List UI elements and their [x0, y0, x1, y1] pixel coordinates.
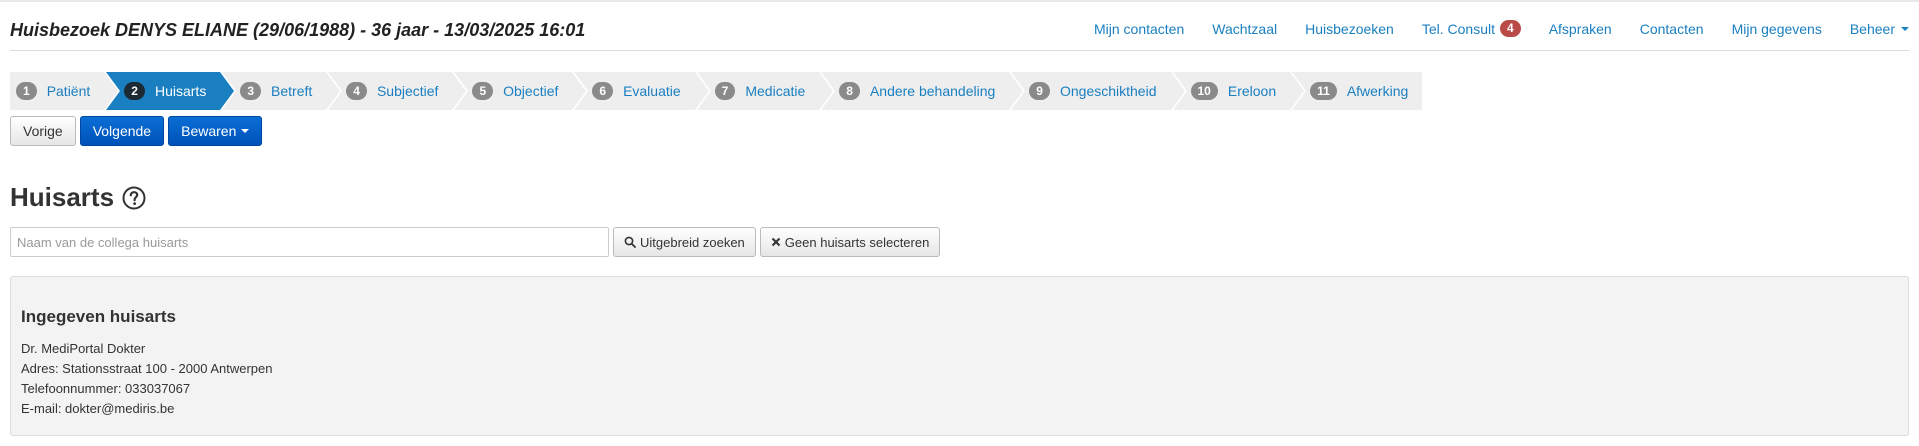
step-number: 7: [714, 82, 736, 100]
nav-label: Contacten: [1639, 20, 1704, 37]
step-label: Betreft: [271, 83, 313, 99]
huisarts-phone: Telefoonnummer: 033037067: [21, 381, 191, 396]
step-patient[interactable]: 1 Patiënt: [10, 72, 119, 110]
selected-huisarts-panel: Ingegeven huisarts Dr. MediPortal Dokter…: [10, 276, 1909, 436]
save-dropdown-button[interactable]: Bewaren: [168, 116, 263, 146]
next-button[interactable]: Volgende: [79, 116, 165, 146]
page-title: Huisbezoek DENYS ELIANE (29/06/1988) - 3…: [10, 20, 586, 40]
previous-button[interactable]: Vorige: [10, 116, 76, 146]
no-huisarts-button[interactable]: Geen huisarts selecteren: [759, 227, 941, 257]
section-title: Huisarts: [10, 182, 115, 212]
advanced-search-label: Uitgebreid zoeken: [640, 234, 745, 250]
step-andere-behandeling[interactable]: 8 Andere behandeling: [821, 72, 1024, 110]
step-number: 6: [592, 82, 614, 100]
step-number: 11: [1310, 82, 1337, 100]
huisarts-name: Dr. MediPortal Dokter: [21, 341, 146, 356]
question-circle-icon[interactable]: [122, 186, 146, 210]
huisarts-details: Dr. MediPortal Dokter Adres: Stationsstr…: [21, 339, 273, 419]
step-number: 8: [839, 82, 860, 100]
nav-label: Wachtzaal: [1212, 20, 1278, 37]
step-label: Afwerking: [1346, 83, 1409, 99]
section-header: Huisarts: [10, 182, 146, 213]
advanced-search-button[interactable]: Uitgebreid zoeken: [613, 227, 756, 257]
step-afwerking[interactable]: 11 Afwerking: [1292, 72, 1423, 110]
step-huisarts[interactable]: 2 Huisarts: [106, 72, 235, 110]
step-ongeschiktheid[interactable]: 9 Ongeschiktheid: [1011, 72, 1185, 110]
caret-down-icon: [1901, 26, 1909, 31]
caret-down-icon: [241, 129, 250, 133]
nav-label: Tel. Consult: [1421, 20, 1495, 37]
step-subjectief[interactable]: 4 Subjectief: [328, 72, 467, 110]
step-number: 3: [240, 82, 262, 100]
step-label: Ereloon: [1227, 83, 1277, 99]
step-label: Ongeschiktheid: [1059, 83, 1157, 99]
nav-mijn-gegevens[interactable]: Mijn gegevens: [1732, 20, 1822, 37]
step-betreft[interactable]: 3 Betreft: [222, 72, 341, 110]
step-label: Subjectief: [376, 83, 439, 99]
step-number: 1: [16, 82, 37, 100]
count-badge: 4: [1500, 20, 1521, 37]
step-ereloon[interactable]: 10 Ereloon: [1172, 72, 1304, 110]
nav-label: Mijn contacten: [1093, 20, 1185, 37]
step-number: 5: [472, 82, 494, 100]
top-navigation: Mijn contacten Wachtzaal Huisbezoeken Te…: [1066, 20, 1909, 37]
nav-huisbezoeken[interactable]: Huisbezoeken: [1305, 20, 1394, 37]
step-number: 10: [1190, 82, 1218, 100]
nav-tel-consult[interactable]: Tel. Consult 4: [1422, 20, 1521, 37]
step-label: Objectief: [503, 83, 559, 99]
search-icon: [624, 236, 636, 248]
step-label: Evaluatie: [623, 83, 681, 99]
step-label: Andere behandeling: [869, 83, 996, 99]
huisarts-search-input[interactable]: [10, 227, 609, 257]
nav-label: Huisbezoeken: [1305, 20, 1394, 37]
huisarts-address: Adres: Stationsstraat 100 - 2000 Antwerp…: [21, 361, 273, 376]
nav-label: Mijn gegevens: [1731, 20, 1822, 37]
nav-label: Afspraken: [1548, 20, 1612, 37]
page-header: Huisbezoek DENYS ELIANE (29/06/1988) - 3…: [10, 12, 1909, 51]
nav-afspraken[interactable]: Afspraken: [1549, 20, 1612, 37]
wizard-actions: Vorige Volgende Bewaren: [10, 116, 263, 146]
top-border: [0, 0, 1919, 2]
huisarts-email: E-mail: dokter@mediris.be: [21, 401, 175, 416]
nav-mijn-contacten[interactable]: Mijn contacten: [1094, 20, 1184, 37]
nav-contacten[interactable]: Contacten: [1640, 20, 1704, 37]
close-icon: [771, 237, 781, 247]
nav-label: Beheer: [1849, 20, 1895, 37]
nav-beheer-dropdown[interactable]: Beheer: [1850, 20, 1909, 37]
huisarts-search-row: Uitgebreid zoeken Geen huisarts selecter…: [10, 227, 941, 257]
no-huisarts-label: Geen huisarts selecteren: [784, 234, 930, 250]
wizard-steps: 1 Patiënt 2 Huisarts 3 Betreft 4 Subjectief …: [10, 72, 1424, 110]
step-number: 9: [1029, 82, 1050, 100]
step-label: Medicatie: [745, 83, 806, 99]
panel-title: Ingegeven huisarts: [21, 307, 176, 326]
step-label: Patiënt: [46, 83, 91, 99]
step-medicatie[interactable]: 7 Medicatie: [696, 72, 833, 110]
step-evaluatie[interactable]: 6 Evaluatie: [574, 72, 709, 110]
step-objectief[interactable]: 5 Objectief: [454, 72, 587, 110]
step-number: 4: [346, 82, 367, 100]
nav-wachtzaal[interactable]: Wachtzaal: [1212, 20, 1277, 37]
save-label: Bewaren: [181, 123, 237, 139]
step-label: Huisarts: [154, 83, 207, 99]
step-number: 2: [124, 82, 145, 100]
